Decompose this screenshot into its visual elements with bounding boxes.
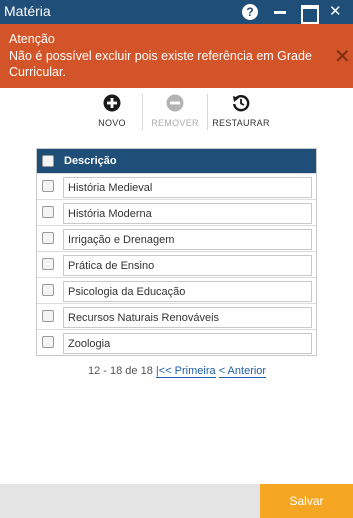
remove-button[interactable]: REMOVER [150,94,200,128]
row-description[interactable]: Prática de Ensino [63,255,312,276]
alert-banner: Atenção Não é possível excluir pois exis… [0,24,353,88]
row-checkbox[interactable] [42,310,54,322]
table-row: Irrigação e Drenagem [37,225,316,251]
table-row: História Moderna [37,199,316,225]
row-description[interactable]: História Medieval [63,177,312,198]
row-checkbox[interactable] [42,180,54,192]
row-checkbox[interactable] [42,336,54,348]
alert-close-icon[interactable]: ✕ [334,44,351,69]
new-label: NOVO [98,118,126,128]
row-checkbox[interactable] [42,206,54,218]
row-checkbox[interactable] [42,232,54,244]
toolbar-divider [207,94,208,130]
column-header-description: Descrição [64,155,117,167]
add-icon [103,94,121,112]
subjects-table: Descrição História Medieval História Mod… [36,148,317,356]
pagination: 12 - 18 de 18 |<< Primeira < Anterior [88,365,267,378]
restore-label: RESTAURAR [212,118,270,128]
close-icon[interactable]: ✕ [329,3,347,21]
row-checkbox[interactable] [42,284,54,296]
restore-button[interactable]: RESTAURAR [211,94,271,128]
help-icon[interactable]: ? [242,4,258,20]
row-description[interactable]: Irrigação e Drenagem [63,229,312,250]
page-range: 12 - 18 de 18 [88,365,153,377]
save-button[interactable]: Salvar [260,484,353,518]
row-description[interactable]: Recursos Naturais Renováveis [63,307,312,328]
remove-icon [166,94,184,112]
toolbar: NOVO REMOVER RESTAURAR [0,92,353,138]
restore-icon [233,95,250,112]
table-row: Zoologia [37,329,316,355]
select-all-checkbox[interactable] [42,155,54,167]
table-header: Descrição [37,149,316,173]
table-row: História Medieval [37,173,316,199]
new-button[interactable]: NOVO [96,94,128,128]
minimize-icon[interactable] [272,3,290,21]
row-checkbox[interactable] [42,258,54,270]
window-title: Matéria [4,3,51,19]
table-row: Recursos Naturais Renováveis [37,303,316,329]
title-bar: Matéria ? ✕ [0,0,353,24]
row-description[interactable]: Psicologia da Educação [63,281,312,302]
table-row: Prática de Ensino [37,251,316,277]
alert-message: Não é possível excluir pois existe refer… [9,49,312,79]
first-page-link[interactable]: |<< Primeira [155,365,216,378]
footer-bar: Salvar [0,484,353,518]
alert-heading: Atenção [9,32,55,46]
toolbar-divider [142,94,143,130]
remove-label: REMOVER [151,118,199,128]
previous-page-link[interactable]: < Anterior [218,365,267,378]
row-description[interactable]: Zoologia [63,333,312,354]
row-description[interactable]: História Moderna [63,203,312,224]
table-row: Psicologia da Educação [37,277,316,303]
maximize-icon[interactable] [300,3,319,24]
